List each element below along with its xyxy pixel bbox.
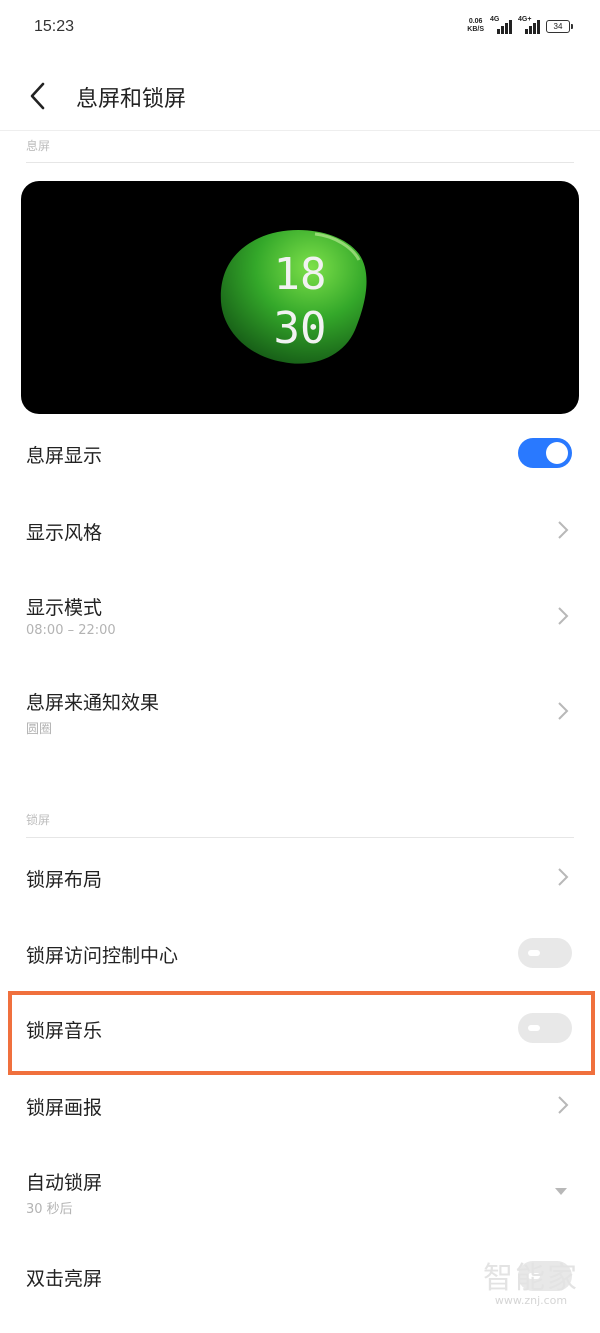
- row-title: 锁屏布局: [26, 869, 103, 891]
- row-lock-control-center[interactable]: 锁屏访问控制中心: [0, 915, 600, 991]
- signal-icon: 4G: [490, 16, 512, 34]
- network-speed: 0.06 KB/S: [467, 18, 484, 34]
- section-divider: [26, 162, 574, 163]
- row-lock-layout[interactable]: 锁屏布局: [0, 839, 600, 915]
- chevron-right-icon: [558, 521, 569, 539]
- toggle-knob: [546, 442, 568, 464]
- status-bar: 15:23 0.06 KB/S 4G 4G+ 34: [0, 0, 600, 60]
- aod-preview: 18 30: [21, 181, 579, 414]
- net-speed-unit: KB/S: [467, 26, 484, 33]
- status-time: 15:23: [34, 18, 75, 35]
- section-label-aod: 息屏: [26, 139, 51, 153]
- clock-hour: 18: [273, 249, 327, 300]
- section-label-lock: 锁屏: [26, 813, 51, 827]
- dropdown-arrow-icon: [555, 1188, 567, 1195]
- row-title: 显示模式: [26, 597, 103, 619]
- row-title: 锁屏访问控制中心: [26, 945, 179, 967]
- row-title: 息屏显示: [26, 445, 103, 467]
- signal-icon-2: 4G+: [518, 16, 540, 34]
- net-speed-value: 0.06: [468, 18, 483, 25]
- row-aod-display[interactable]: 息屏显示: [0, 415, 600, 491]
- row-subtitle: 30 秒后: [26, 1202, 73, 1217]
- row-display-style[interactable]: 显示风格: [0, 492, 600, 568]
- row-notification-effect[interactable]: 息屏来通知效果 圆圈: [0, 670, 600, 746]
- row-title: 息屏来通知效果: [26, 692, 160, 714]
- row-lock-wallpaper[interactable]: 锁屏画报: [0, 1067, 600, 1143]
- watermark: 智能家 www.znj.com: [476, 1263, 586, 1313]
- row-subtitle: 圆圈: [26, 722, 53, 737]
- row-title: 锁屏画报: [26, 1097, 103, 1119]
- chevron-right-icon: [558, 702, 569, 720]
- section-divider: [26, 837, 574, 838]
- chevron-right-icon: [558, 868, 569, 886]
- watermark-logo: 智能家: [483, 1261, 579, 1296]
- chevron-right-icon: [558, 1096, 569, 1114]
- header: 息屏和锁屏: [0, 64, 600, 128]
- row-display-mode[interactable]: 显示模式 08:00 – 22:00: [0, 575, 600, 651]
- chevron-right-icon: [558, 607, 569, 625]
- highlight-box: [8, 991, 595, 1075]
- clock-minute: 30: [273, 303, 327, 354]
- control-center-toggle[interactable]: [518, 938, 572, 968]
- header-divider: [0, 130, 600, 131]
- row-title: 自动锁屏: [26, 1172, 103, 1194]
- toggle-knob: [528, 950, 540, 956]
- page-title: 息屏和锁屏: [76, 87, 187, 112]
- battery-icon: 34: [546, 19, 573, 33]
- aod-display-toggle[interactable]: [518, 438, 572, 468]
- row-auto-lock[interactable]: 自动锁屏 30 秒后: [0, 1150, 600, 1226]
- row-title: 显示风格: [26, 522, 103, 544]
- back-arrow-icon[interactable]: [24, 78, 56, 114]
- status-icons: 0.06 KB/S 4G 4G+ 34: [467, 16, 573, 34]
- row-subtitle: 08:00 – 22:00: [26, 623, 116, 638]
- row-title: 双击亮屏: [26, 1268, 103, 1290]
- watermark-url: www.znj.com: [494, 1294, 568, 1307]
